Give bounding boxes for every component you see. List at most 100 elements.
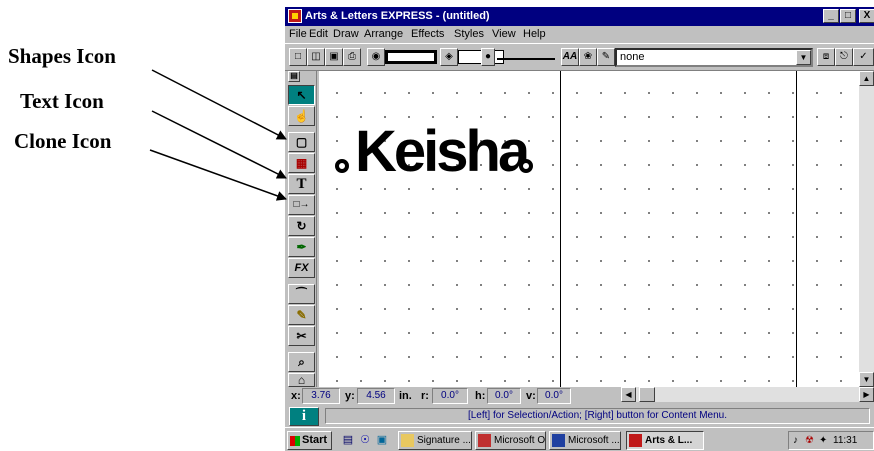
page-guide-line [796, 71, 797, 387]
task-microsoft-word[interactable]: Microsoft ... [549, 431, 621, 450]
arrow-to-shapes-icon [151, 69, 287, 140]
info-button[interactable]: i [289, 407, 319, 426]
pen-tool-icon[interactable]: ✎ [288, 305, 315, 325]
save-disk-icon[interactable]: ▣ [325, 48, 343, 66]
arts-letters-icon [629, 434, 642, 447]
checkmark-icon[interactable]: ✓ [853, 48, 874, 66]
status-row: i [Left] for Selection/Action; [Right] b… [285, 405, 874, 427]
curve-tool-icon[interactable]: ⁀ [288, 284, 315, 304]
color-palette-icon[interactable]: ❀ [579, 48, 597, 66]
menu-help[interactable]: Help [523, 28, 546, 40]
speaker-icon[interactable]: ♪ [793, 432, 798, 449]
window-title: Arts & Letters EXPRESS - (untitled) [305, 10, 490, 22]
arrow-to-clone-icon [149, 149, 287, 201]
scroll-thumb[interactable] [639, 387, 655, 402]
folder-icon [401, 434, 414, 447]
annotation-clone-icon: Clone Icon [14, 129, 112, 153]
fx-tool-icon[interactable]: FX [288, 258, 315, 278]
text-style-button[interactable]: AA [561, 48, 579, 66]
canvas-text-object[interactable]: Keisha [355, 117, 530, 187]
coordinate-bar: x: 3.76 y: 4.56 in. r: 0.0° h: 0.0° v: 0… [285, 387, 621, 405]
toolbar: □ ◫ ▣ ⎙ ◉ ◈ ● AA ❀ ✎ none ▼ ⧈ ⎋ ✓ [285, 43, 874, 71]
style-select-value: none [620, 51, 645, 63]
drawing-canvas[interactable]: Keisha [319, 71, 859, 387]
close-button[interactable]: X [859, 9, 874, 23]
scheduler-icon[interactable]: ✦ [819, 432, 827, 449]
arrow-to-text-icon [151, 110, 287, 179]
y-label: y: [345, 390, 355, 402]
fill-bucket-icon[interactable]: ◉ [367, 48, 385, 66]
scroll-right-icon[interactable]: ▶ [859, 387, 874, 402]
menu-edit[interactable]: Edit [309, 28, 328, 40]
minimize-button[interactable]: _ [823, 9, 839, 23]
fill-tool-icon[interactable]: ✒ [288, 237, 315, 257]
v-skew-field[interactable]: 0.0° [537, 388, 571, 404]
knife-tool-icon[interactable]: ✂ [288, 326, 315, 346]
text-handle-right[interactable] [519, 159, 533, 173]
office-icon [478, 434, 491, 447]
fill-color-icon[interactable]: ◈ [440, 48, 458, 66]
task-label: Microsoft ... [568, 435, 620, 446]
channels-icon[interactable]: ▣ [374, 433, 390, 448]
vertical-scrollbar[interactable]: ▲ ▼ [859, 71, 874, 387]
h-label: h: [475, 390, 486, 402]
text-tool-icon[interactable]: T [288, 174, 315, 194]
menu-effects[interactable]: Effects [411, 28, 444, 40]
rotation-field[interactable]: 0.0° [432, 388, 468, 404]
v-label: v: [526, 390, 536, 402]
new-file-icon[interactable]: □ [289, 48, 307, 66]
annotation-shapes-icon: Shapes Icon [8, 44, 116, 68]
task-label: Signature ... [417, 435, 471, 446]
menu-styles[interactable]: Styles [454, 28, 484, 40]
rotate-tool-icon[interactable]: ↻ [288, 216, 315, 236]
text-handle-left[interactable] [335, 159, 349, 173]
menu-file[interactable]: File [289, 28, 307, 40]
open-folder-icon[interactable]: ◫ [307, 48, 325, 66]
clipart-tool-icon[interactable]: ▦ [288, 153, 315, 173]
start-button[interactable]: Start [287, 431, 332, 450]
clock: 11:31 AM [833, 435, 858, 446]
eyedropper-icon[interactable]: ✎ [597, 48, 615, 66]
horizontal-scrollbar[interactable]: ◀ ▶ [621, 387, 874, 402]
chevron-down-icon[interactable]: ▼ [796, 50, 811, 65]
maximize-button[interactable]: □ [840, 9, 856, 23]
y-field[interactable]: 4.56 [357, 388, 395, 404]
line-color-swatch[interactable] [385, 50, 437, 64]
unit-label: in. [399, 390, 412, 402]
selection-tool-icon[interactable]: ↖ [288, 85, 315, 105]
task-arts-letters[interactable]: Arts & L... [626, 431, 704, 450]
x-field[interactable]: 3.76 [302, 388, 340, 404]
points-icon[interactable]: ⧈ [817, 48, 835, 66]
scroll-up-icon[interactable]: ▲ [859, 71, 874, 86]
menu-draw[interactable]: Draw [333, 28, 359, 40]
task-microsoft-office[interactable]: Microsoft O... [475, 431, 546, 450]
line-weight-icon[interactable]: ● [481, 48, 495, 66]
h-skew-field[interactable]: 0.0° [487, 388, 521, 404]
node-edit-icon[interactable]: ⎋ [835, 48, 853, 66]
scroll-left-icon[interactable]: ◀ [621, 387, 636, 402]
clone-tool-icon[interactable]: □→ [288, 195, 315, 215]
word-icon [552, 434, 565, 447]
taskbar: Start ▤ ☉ ▣ Signature ... Microsoft O...… [285, 427, 874, 451]
toolbox-menu-icon[interactable]: ▤ [288, 71, 300, 82]
shapes-tool-icon[interactable]: ▢ [288, 132, 315, 152]
hand-tool-icon[interactable]: ☝ [288, 106, 315, 126]
app-logo-icon [288, 9, 302, 23]
print-icon[interactable]: ⎙ [343, 48, 361, 66]
style-select[interactable]: none ▼ [615, 48, 813, 67]
menu-view[interactable]: View [492, 28, 516, 40]
system-tray: ♪ ☢ ✦ 11:31 AM [788, 431, 874, 450]
scroll-down-icon[interactable]: ▼ [859, 372, 874, 387]
page-guide-line [560, 71, 561, 387]
lock-tool-icon[interactable]: ⌂ [288, 373, 315, 387]
line-weight-swatch[interactable] [497, 52, 555, 60]
task-label: Microsoft O... [494, 435, 546, 446]
title-bar: Arts & Letters EXPRESS - (untitled) _ □ … [285, 7, 874, 26]
zoom-tool-icon[interactable]: ⌕ [288, 352, 315, 372]
network-icon[interactable]: ☢ [805, 432, 814, 449]
menu-arrange[interactable]: Arrange [364, 28, 403, 40]
desktop-icon[interactable]: ▤ [340, 433, 356, 448]
browser-icon[interactable]: ☉ [357, 433, 373, 448]
app-window: Arts & Letters EXPRESS - (untitled) _ □ … [285, 7, 874, 451]
task-signature[interactable]: Signature ... [398, 431, 472, 450]
